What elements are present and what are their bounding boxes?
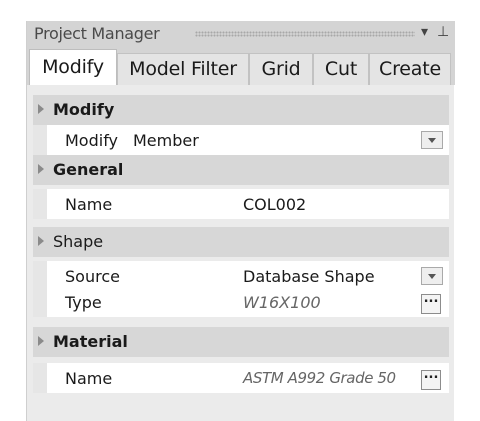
property-label: Modify	[65, 131, 119, 150]
source-value[interactable]: Database Shape	[243, 267, 375, 286]
tab-strip: Modify Model Filter Grid Cut Create	[27, 47, 455, 85]
name-field[interactable]: COL002	[243, 195, 306, 214]
property-row-modify: Modify Member	[33, 125, 449, 155]
panel-titlebar: Project Manager ▾ ⊥	[27, 21, 455, 47]
chevron-down-icon[interactable]	[421, 131, 443, 149]
ellipsis-button[interactable]: ...	[421, 368, 441, 390]
chevron-down-icon[interactable]	[421, 267, 443, 285]
category-label: Modify	[53, 100, 115, 119]
pin-icon[interactable]: ⊥	[437, 24, 449, 40]
triangle-right-icon[interactable]	[38, 236, 44, 246]
tab-label: Cut	[324, 58, 358, 80]
ellipsis-button[interactable]: ...	[421, 292, 441, 314]
tab-modify[interactable]: Modify	[29, 49, 117, 85]
type-value[interactable]: W16X100	[243, 293, 321, 312]
triangle-right-icon[interactable]	[38, 336, 44, 346]
property-label: Type	[65, 293, 102, 312]
property-label: Source	[65, 267, 120, 286]
tab-cut[interactable]: Cut	[313, 53, 369, 85]
panel-title: Project Manager	[34, 24, 160, 43]
tab-label: Model Filter	[129, 58, 237, 80]
property-row-name: Name COL002	[33, 189, 449, 219]
dropdown-menu-icon[interactable]: ▾	[421, 24, 428, 40]
tab-label: Create	[379, 58, 441, 80]
category-label: General	[53, 160, 124, 179]
triangle-right-icon[interactable]	[38, 164, 44, 174]
tab-create[interactable]: Create	[369, 53, 451, 85]
property-row-material-name: Name ASTM A992 Grade 50 ...	[33, 363, 449, 393]
material-value[interactable]: ASTM A992 Grade 50	[243, 369, 396, 387]
triangle-right-icon[interactable]	[38, 104, 44, 114]
category-modify[interactable]: Modify	[33, 95, 449, 125]
tab-label: Modify	[42, 56, 104, 78]
category-material[interactable]: Material	[33, 327, 449, 357]
property-label: Name	[65, 195, 113, 214]
project-manager-panel: Project Manager ▾ ⊥ Modify Model Filter …	[26, 21, 455, 421]
category-label: Material	[53, 332, 128, 351]
category-general[interactable]: General	[33, 155, 449, 185]
property-label: Name	[65, 369, 113, 388]
property-row-type: Type W16X100 ...	[33, 287, 449, 317]
drag-grip[interactable]	[195, 31, 415, 37]
modify-value[interactable]: Member	[133, 131, 199, 150]
tab-label: Grid	[261, 58, 301, 80]
category-shape[interactable]: Shape	[33, 227, 449, 257]
category-label: Shape	[53, 232, 104, 251]
tab-model-filter[interactable]: Model Filter	[117, 53, 249, 85]
tab-grid[interactable]: Grid	[249, 53, 313, 85]
